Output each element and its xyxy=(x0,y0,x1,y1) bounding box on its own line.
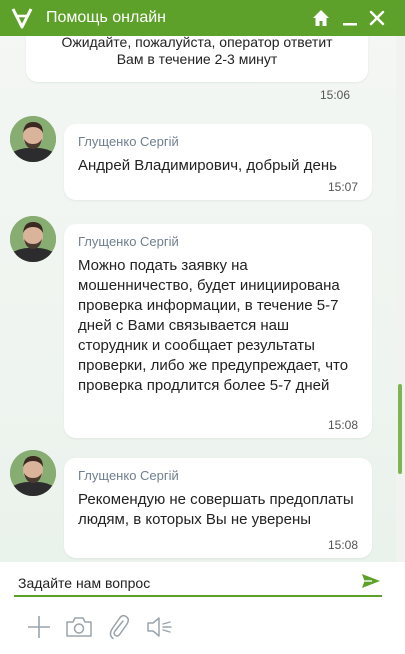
sender-name: Глущенко Сергій xyxy=(78,234,179,249)
system-message: Ожидайте, пожалуйста, оператор ответит В… xyxy=(26,36,368,82)
logo-icon xyxy=(11,8,33,29)
paperclip-icon xyxy=(109,614,130,640)
plus-icon xyxy=(28,616,50,638)
sender-name: Глущенко Сергій xyxy=(78,468,179,483)
input-underline xyxy=(14,595,382,597)
minimize-button[interactable] xyxy=(338,6,362,30)
camera-icon xyxy=(66,617,92,637)
sound-button[interactable] xyxy=(144,612,174,642)
message-time: 15:08 xyxy=(327,538,358,552)
message-time: 15:06 xyxy=(320,88,351,102)
home-icon xyxy=(313,10,329,26)
camera-button[interactable] xyxy=(64,612,94,642)
speaker-icon xyxy=(147,617,172,637)
operator-avatar-image xyxy=(10,216,56,262)
chat-window: Помощь онлайн Ожидайте, пожалуйста, опер… xyxy=(0,0,405,654)
composer xyxy=(0,562,405,654)
operator-avatar-image xyxy=(10,450,56,496)
minimize-icon xyxy=(343,23,357,26)
scrollbar-thumb[interactable] xyxy=(398,384,402,474)
message-text: Андрей Владимирович, добрый день xyxy=(78,157,337,174)
close-button[interactable] xyxy=(365,6,389,30)
home-button[interactable] xyxy=(309,6,333,30)
sender-name: Глущенко Сергій xyxy=(78,134,179,149)
message-time: 15:07 xyxy=(327,180,358,194)
avatar xyxy=(10,116,56,162)
attach-button[interactable] xyxy=(104,612,134,642)
system-message-line: Ожидайте, пожалуйста, оператор ответит xyxy=(61,36,333,50)
message-list[interactable]: Ожидайте, пожалуйста, оператор ответит В… xyxy=(0,36,396,562)
send-button[interactable] xyxy=(360,570,382,592)
add-button[interactable] xyxy=(24,612,54,642)
message-text: Можно подать заявку на мошенничество, бу… xyxy=(78,257,349,394)
message-bubble: Глущенко Сергій Андрей Владимирович, доб… xyxy=(64,124,372,200)
scrollbar[interactable] xyxy=(396,36,405,562)
message-input[interactable] xyxy=(18,572,358,594)
message-text: Рекомендую не совершать предоплаты людям… xyxy=(78,491,354,528)
close-icon xyxy=(369,10,385,26)
operator-avatar-image xyxy=(10,116,56,162)
avatar xyxy=(10,216,56,262)
avatar xyxy=(10,450,56,496)
system-message-line: Вам в течение 2-3 минут xyxy=(116,51,278,67)
window-title: Помощь онлайн xyxy=(46,9,166,26)
message-bubble: Глущенко Сергій Можно подать заявку на м… xyxy=(64,224,372,438)
message-bubble: Глущенко Сергій Рекомендую не совершать … xyxy=(64,458,372,558)
title-bar: Помощь онлайн xyxy=(0,0,405,36)
message-time: 15:08 xyxy=(327,418,358,432)
send-icon xyxy=(362,574,380,588)
